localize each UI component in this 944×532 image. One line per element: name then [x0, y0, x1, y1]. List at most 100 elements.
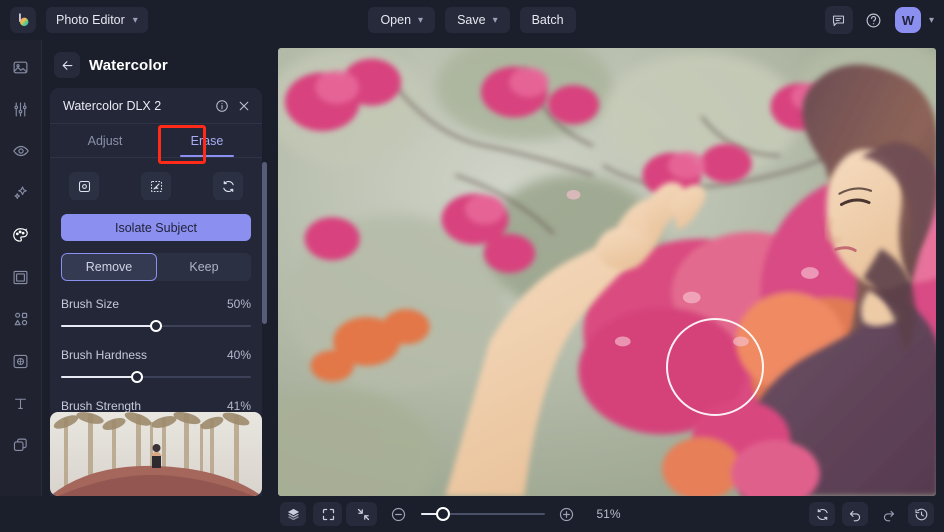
keep-mode-button[interactable]: Keep — [157, 253, 251, 281]
close-button[interactable] — [237, 99, 251, 113]
marquee-tool-button[interactable] — [141, 172, 171, 200]
back-button[interactable] — [54, 52, 80, 78]
refresh-icon — [221, 179, 236, 194]
remove-mode-button[interactable]: Remove — [61, 253, 157, 281]
reset-tool-button[interactable] — [213, 172, 243, 200]
refresh-icon — [815, 507, 830, 522]
undo-button[interactable] — [842, 502, 868, 526]
aperture-icon — [12, 353, 29, 370]
panel-header: Watercolor — [42, 40, 270, 88]
layers-button[interactable] — [280, 502, 306, 526]
chevron-down-icon: ▾ — [418, 15, 423, 26]
undo-icon — [848, 507, 863, 522]
comment-icon — [831, 13, 846, 28]
avatar-initial: W — [902, 13, 914, 28]
isolate-subject-button[interactable]: Isolate Subject — [61, 214, 251, 241]
sidebar-item-frames[interactable] — [6, 264, 36, 290]
palette-icon — [11, 226, 30, 245]
bottom-bar: 51% — [0, 496, 944, 532]
feedback-button[interactable] — [825, 6, 853, 34]
sidebar-item-effects[interactable] — [6, 222, 36, 248]
preview-thumbnail-image — [50, 412, 262, 496]
brush-hardness-label-row: Brush Hardness 40% — [61, 348, 251, 362]
zoom-in-button[interactable] — [554, 502, 580, 526]
redo-button[interactable] — [875, 502, 901, 526]
brush-strength-label: Brush Strength — [61, 399, 141, 413]
canvas-image — [278, 48, 936, 496]
brush-size-slider[interactable] — [61, 320, 251, 332]
save-button[interactable]: Save ▾ — [445, 7, 510, 33]
brush-hardness-thumb[interactable] — [131, 371, 143, 383]
brush-hardness-slider-group: Brush Hardness 40% — [61, 348, 251, 383]
slider-fill — [61, 376, 137, 378]
canvas-area — [270, 40, 944, 496]
zoom-slider[interactable] — [421, 507, 545, 521]
minus-circle-icon — [390, 506, 407, 523]
history-icon — [914, 507, 929, 522]
page-title: Watercolor — [89, 57, 168, 74]
plus-circle-icon — [558, 506, 575, 523]
zoom-out-button[interactable] — [386, 502, 412, 526]
effect-panel: Watercolor Watercolor DLX 2 — [42, 40, 270, 496]
slider-fill — [61, 325, 156, 327]
image-canvas[interactable] — [278, 48, 936, 496]
save-label: Save — [457, 13, 486, 27]
zoom-slider-thumb[interactable] — [436, 507, 450, 521]
brush-hardness-label: Brush Hardness — [61, 348, 147, 362]
open-label: Open — [380, 13, 411, 27]
image-icon — [12, 59, 29, 76]
actual-size-button[interactable] — [351, 502, 377, 526]
open-button[interactable]: Open ▾ — [368, 7, 435, 33]
brush-size-value: 50% — [227, 297, 251, 311]
batch-button[interactable]: Batch — [520, 7, 576, 33]
brush-tool-button[interactable] — [69, 172, 99, 200]
history-button[interactable] — [908, 502, 934, 526]
zoom-slider-fill — [421, 513, 437, 515]
sidebar-item-adjust[interactable] — [6, 96, 36, 122]
sidebar-item-image[interactable] — [6, 54, 36, 80]
preview-thumbnail[interactable] — [50, 412, 262, 496]
erase-mode-segment: Remove Keep — [61, 253, 251, 281]
account-chevron-down-icon[interactable]: ▾ — [929, 15, 934, 26]
layers-copy-icon — [12, 437, 29, 454]
panel-scrollbar[interactable] — [262, 162, 267, 324]
sidebar-item-ai[interactable] — [6, 180, 36, 206]
frame-icon — [12, 269, 29, 286]
brush-hardness-slider[interactable] — [61, 371, 251, 383]
layers-icon — [286, 507, 301, 522]
tab-adjust[interactable]: Adjust — [54, 124, 156, 157]
brush-strength-label-row: Brush Strength 41% — [61, 399, 251, 413]
workspace-selector[interactable]: Photo Editor ▾ — [46, 7, 148, 33]
sidebar-item-blur[interactable] — [6, 348, 36, 374]
card-header: Watercolor DLX 2 — [50, 88, 262, 124]
sidebar-item-layers[interactable] — [6, 432, 36, 458]
app-logo-button[interactable] — [10, 7, 36, 33]
zoom-controls: 51% — [0, 502, 944, 526]
chevron-down-icon: ▾ — [493, 15, 498, 26]
reset-button[interactable] — [809, 502, 835, 526]
brush-size-thumb[interactable] — [150, 320, 162, 332]
bottom-right-group — [809, 502, 934, 526]
avatar[interactable]: W — [895, 7, 921, 33]
info-circle-icon — [215, 99, 229, 113]
batch-label: Batch — [532, 13, 564, 27]
color-wheel-logo-icon — [15, 12, 32, 29]
tab-erase[interactable]: Erase — [156, 124, 258, 157]
fit-to-screen-button[interactable] — [316, 502, 342, 526]
info-button[interactable] — [215, 99, 229, 113]
erase-tool-row — [61, 168, 251, 200]
sidebar-item-text[interactable] — [6, 390, 36, 416]
brush-size-slider-group: Brush Size 50% — [61, 297, 251, 332]
help-button[interactable] — [861, 7, 887, 33]
top-bar: Photo Editor ▾ Open ▾ Save ▾ Batch — [0, 0, 944, 40]
sidebar-item-overlays[interactable] — [6, 306, 36, 332]
eye-icon — [12, 142, 30, 160]
question-circle-icon — [865, 12, 882, 29]
sidebar-item-retouch[interactable] — [6, 138, 36, 164]
collapse-arrows-icon — [356, 507, 371, 522]
body-row: Watercolor Watercolor DLX 2 — [0, 40, 944, 496]
text-icon — [12, 395, 29, 412]
app-root: Photo Editor ▾ Open ▾ Save ▾ Batch — [0, 0, 944, 532]
chevron-down-icon: ▾ — [133, 15, 138, 26]
shapes-icon — [12, 310, 30, 328]
